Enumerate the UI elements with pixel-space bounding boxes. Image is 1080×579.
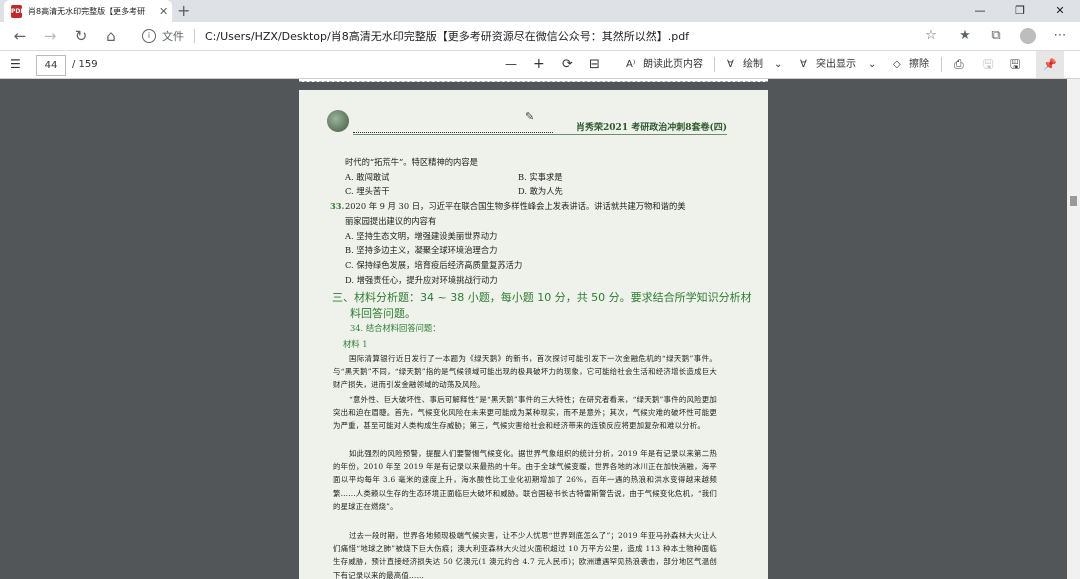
- scrollbar-thumb[interactable]: [1070, 196, 1077, 206]
- fit-page-button[interactable]: ⊟: [589, 51, 600, 78]
- read-aloud-icon[interactable]: A⁾: [626, 51, 635, 78]
- page-number-input[interactable]: 44: [36, 55, 66, 76]
- material-label: 材料 1: [343, 339, 368, 349]
- home-button[interactable]: ⌂: [101, 26, 121, 46]
- back-button[interactable]: ←: [10, 26, 30, 46]
- eraser-icon[interactable]: ◇: [893, 51, 901, 78]
- star-icon[interactable]: ☆: [921, 26, 941, 46]
- paragraph: “意外性、巨大破坏性、事后可解释性”是“黑天鹅”事件的三大特性；在研究者看来，“…: [333, 395, 717, 431]
- favorites-icon[interactable]: ★: [955, 26, 975, 46]
- pdf-page: ✎ 肖秀荣2021 考研政治冲刺8套卷(四) 时代的“拓荒牛”。特区精神的内容是…: [299, 90, 768, 579]
- pdf-toolbar: ☰ 44 / 159 — + ⟳ ⊟ A⁾ 朗读此页内容 ∀ 绘制 ⌄ ∀ 突出…: [0, 51, 1080, 79]
- more-icon[interactable]: ⋯: [1050, 26, 1070, 46]
- pin-toolbar-button[interactable]: 📌: [1036, 51, 1064, 78]
- option-b: B. 坚持多边主义，凝聚全球环境治理合力: [345, 245, 498, 255]
- header-dotted-line: [353, 132, 553, 133]
- header-title: 肖秀荣2021 考研政治冲刺8套卷(四): [576, 123, 727, 133]
- previous-page: [299, 79, 768, 82]
- tab-bar: PDF 肖8高清无水印完整版【更多考研 ✕ + — ❐ ✕: [0, 0, 1080, 22]
- question-text: 丽家园提出建议的内容有: [345, 216, 437, 226]
- pdf-viewer[interactable]: ✎ 肖秀荣2021 考研政治冲刺8套卷(四) 时代的“拓荒牛”。特区精神的内容是…: [0, 79, 1067, 579]
- draw-button[interactable]: 绘制: [743, 51, 763, 78]
- option-a: A. 敢闯敢试: [345, 172, 390, 182]
- zoom-in-button[interactable]: +: [533, 51, 545, 78]
- option-c: C. 埋头苦干: [345, 186, 390, 196]
- option-a: A. 坚持生态文明，增强建设美丽世界动力: [345, 231, 498, 241]
- option-d: D. 敢为人先: [518, 186, 563, 196]
- option-b: B. 实事求是: [518, 172, 563, 182]
- forward-button[interactable]: →: [40, 26, 60, 46]
- close-window-button[interactable]: ✕: [1040, 0, 1080, 22]
- url-field[interactable]: i 文件 C:/Users/HZX/Desktop/肖8高清无水印完整版【更多考…: [132, 25, 952, 47]
- paragraph: 过去一段时期，世界各地频现极端气候灾害，让不少人忧思“世界到底怎么了”；2019…: [333, 531, 717, 579]
- divider: [714, 57, 715, 72]
- profile-avatar[interactable]: [1018, 26, 1038, 51]
- divider: [194, 29, 195, 43]
- collections-icon[interactable]: ⧉: [986, 26, 1006, 46]
- highlight-dropdown-icon[interactable]: ⌄: [868, 51, 876, 78]
- url-text: C:/Users/HZX/Desktop/肖8高清无水印完整版【更多考研资源尽在…: [205, 30, 690, 43]
- save-as-icon[interactable]: 🖫: [1010, 51, 1020, 78]
- section-heading: 三、材料分析题：34 ~ 38 小题，每小题 10 分，共 50 分。要求结合所…: [332, 291, 752, 304]
- new-tab-button[interactable]: +: [177, 1, 190, 20]
- draw-icon[interactable]: ∀: [727, 51, 734, 78]
- highlight-icon[interactable]: ∀: [800, 51, 807, 78]
- question-34: 34. 结合材料回答问题：: [350, 323, 441, 333]
- pdf-icon: PDF: [11, 4, 24, 18]
- tab-title: 肖8高清无水印完整版【更多考研: [28, 6, 146, 16]
- save-icon[interactable]: 🖫: [983, 51, 993, 78]
- file-label: 文件: [162, 30, 184, 43]
- contents-icon[interactable]: ☰: [10, 51, 21, 78]
- rotate-button[interactable]: ⟳: [562, 51, 573, 78]
- pen-icon: ✎: [525, 110, 535, 123]
- question-number: 33.: [330, 201, 345, 211]
- minimize-button[interactable]: —: [960, 0, 1000, 22]
- option-d: D. 增强责任心，提升应对环境挑战行动力: [345, 275, 498, 285]
- info-icon[interactable]: i: [142, 29, 156, 43]
- question-text: 2020 年 9 月 30 日，习近平在联合国生物多样性峰会上发表讲话。讲话就共…: [345, 201, 686, 211]
- erase-button[interactable]: 擦除: [909, 51, 929, 78]
- page-total: / 159: [72, 59, 98, 70]
- paragraph: 国际清算银行近日发行了一本题为《绿天鹅》的新书，首次探讨可能引发下一次金融危机的…: [333, 354, 717, 390]
- address-bar: ← → ↻ ⌂ i 文件 C:/Users/HZX/Desktop/肖8高清无水…: [0, 22, 1080, 51]
- print-icon[interactable]: ⎙: [954, 51, 964, 78]
- paragraph: 如此强烈的风险预警，提醒人们要警惕气候变化。据世界气象组织的统计分析，2019 …: [333, 449, 717, 511]
- divider: [941, 57, 942, 72]
- question-text: 时代的“拓荒牛”。特区精神的内容是: [345, 157, 478, 167]
- tab-pdf[interactable]: PDF 肖8高清无水印完整版【更多考研 ✕: [4, 0, 172, 22]
- zoom-out-button[interactable]: —: [505, 51, 517, 78]
- maximize-button[interactable]: ❐: [1000, 0, 1040, 22]
- read-aloud-button[interactable]: 朗读此页内容: [643, 51, 703, 78]
- reload-button[interactable]: ↻: [71, 26, 91, 46]
- draw-dropdown-icon[interactable]: ⌄: [774, 51, 782, 78]
- highlight-button[interactable]: 突出显示: [816, 51, 856, 78]
- header-rule: [353, 134, 727, 135]
- option-c: C. 保持绿色发展，培育疫后经济高质量复苏活力: [345, 260, 523, 270]
- globe-logo-icon: [327, 110, 349, 132]
- tab-close-button[interactable]: ✕: [159, 5, 168, 18]
- section-heading: 料回答问题。: [350, 307, 416, 320]
- scrollbar[interactable]: [1067, 79, 1080, 579]
